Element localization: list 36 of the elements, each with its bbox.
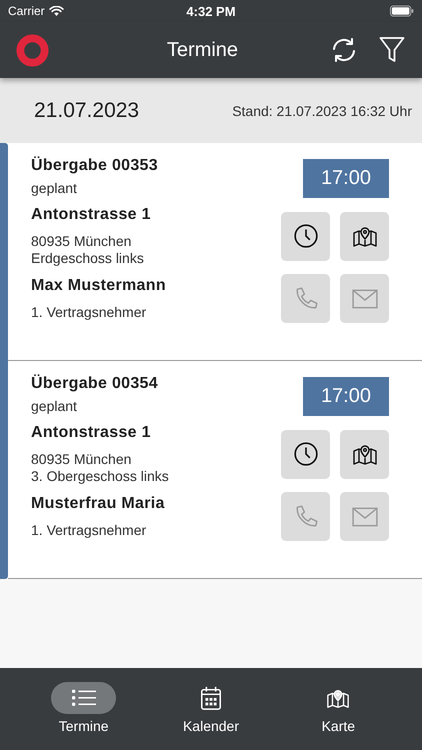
updated-label: Stand: 21.07.2023 16:32 Uhr bbox=[232, 102, 412, 118]
contact-role: 1. Vertragsnehmer bbox=[31, 522, 148, 538]
tab-item[interactable]: Karte bbox=[288, 668, 388, 750]
tab-item[interactable]: Kalender bbox=[160, 668, 261, 750]
refresh-icon bbox=[330, 36, 358, 64]
contact-role: 1. Vertragsnehmer bbox=[31, 304, 148, 320]
carrier-label: Carrier bbox=[8, 4, 45, 18]
appointment-title: Übergabe 00354 bbox=[31, 375, 158, 393]
ring-logo-icon bbox=[16, 34, 49, 66]
clock-button[interactable] bbox=[281, 212, 330, 260]
floor-label: 3. Obergeschoss links bbox=[31, 468, 169, 484]
street-label: Antonstrasse 1 bbox=[31, 424, 152, 442]
status-time: 4:32 PM bbox=[186, 4, 236, 18]
screen-title: Termine bbox=[166, 38, 240, 62]
map-pin-button[interactable] bbox=[340, 430, 389, 478]
battery-icon bbox=[390, 5, 414, 17]
contact-name: Max Mustermann bbox=[31, 277, 166, 295]
contact-name: Musterfrau Maria bbox=[31, 495, 165, 513]
city-label: 80935 München bbox=[31, 233, 132, 249]
tab-item[interactable]: Termine bbox=[34, 668, 134, 750]
filter-icon bbox=[378, 36, 406, 64]
clock-icon bbox=[292, 223, 318, 249]
time-badge: 17:00 bbox=[302, 159, 389, 198]
street-label: Antonstrasse 1 bbox=[31, 206, 151, 224]
wifi-icon bbox=[48, 6, 64, 16]
city-label: 80935 München bbox=[31, 451, 132, 467]
clock-button[interactable] bbox=[281, 430, 330, 478]
date-label: 21.07.2023 bbox=[34, 98, 140, 122]
map-pin-button[interactable] bbox=[340, 212, 389, 260]
status-label: geplant bbox=[31, 180, 78, 196]
status-label: geplant bbox=[31, 398, 78, 414]
appointment-title: Übergabe 00353 bbox=[31, 157, 158, 175]
clock-icon bbox=[292, 441, 318, 467]
time-badge: 17:00 bbox=[302, 377, 389, 416]
floor-label: Erdgeschoss links bbox=[31, 250, 145, 266]
calendar-icon bbox=[198, 686, 223, 710]
